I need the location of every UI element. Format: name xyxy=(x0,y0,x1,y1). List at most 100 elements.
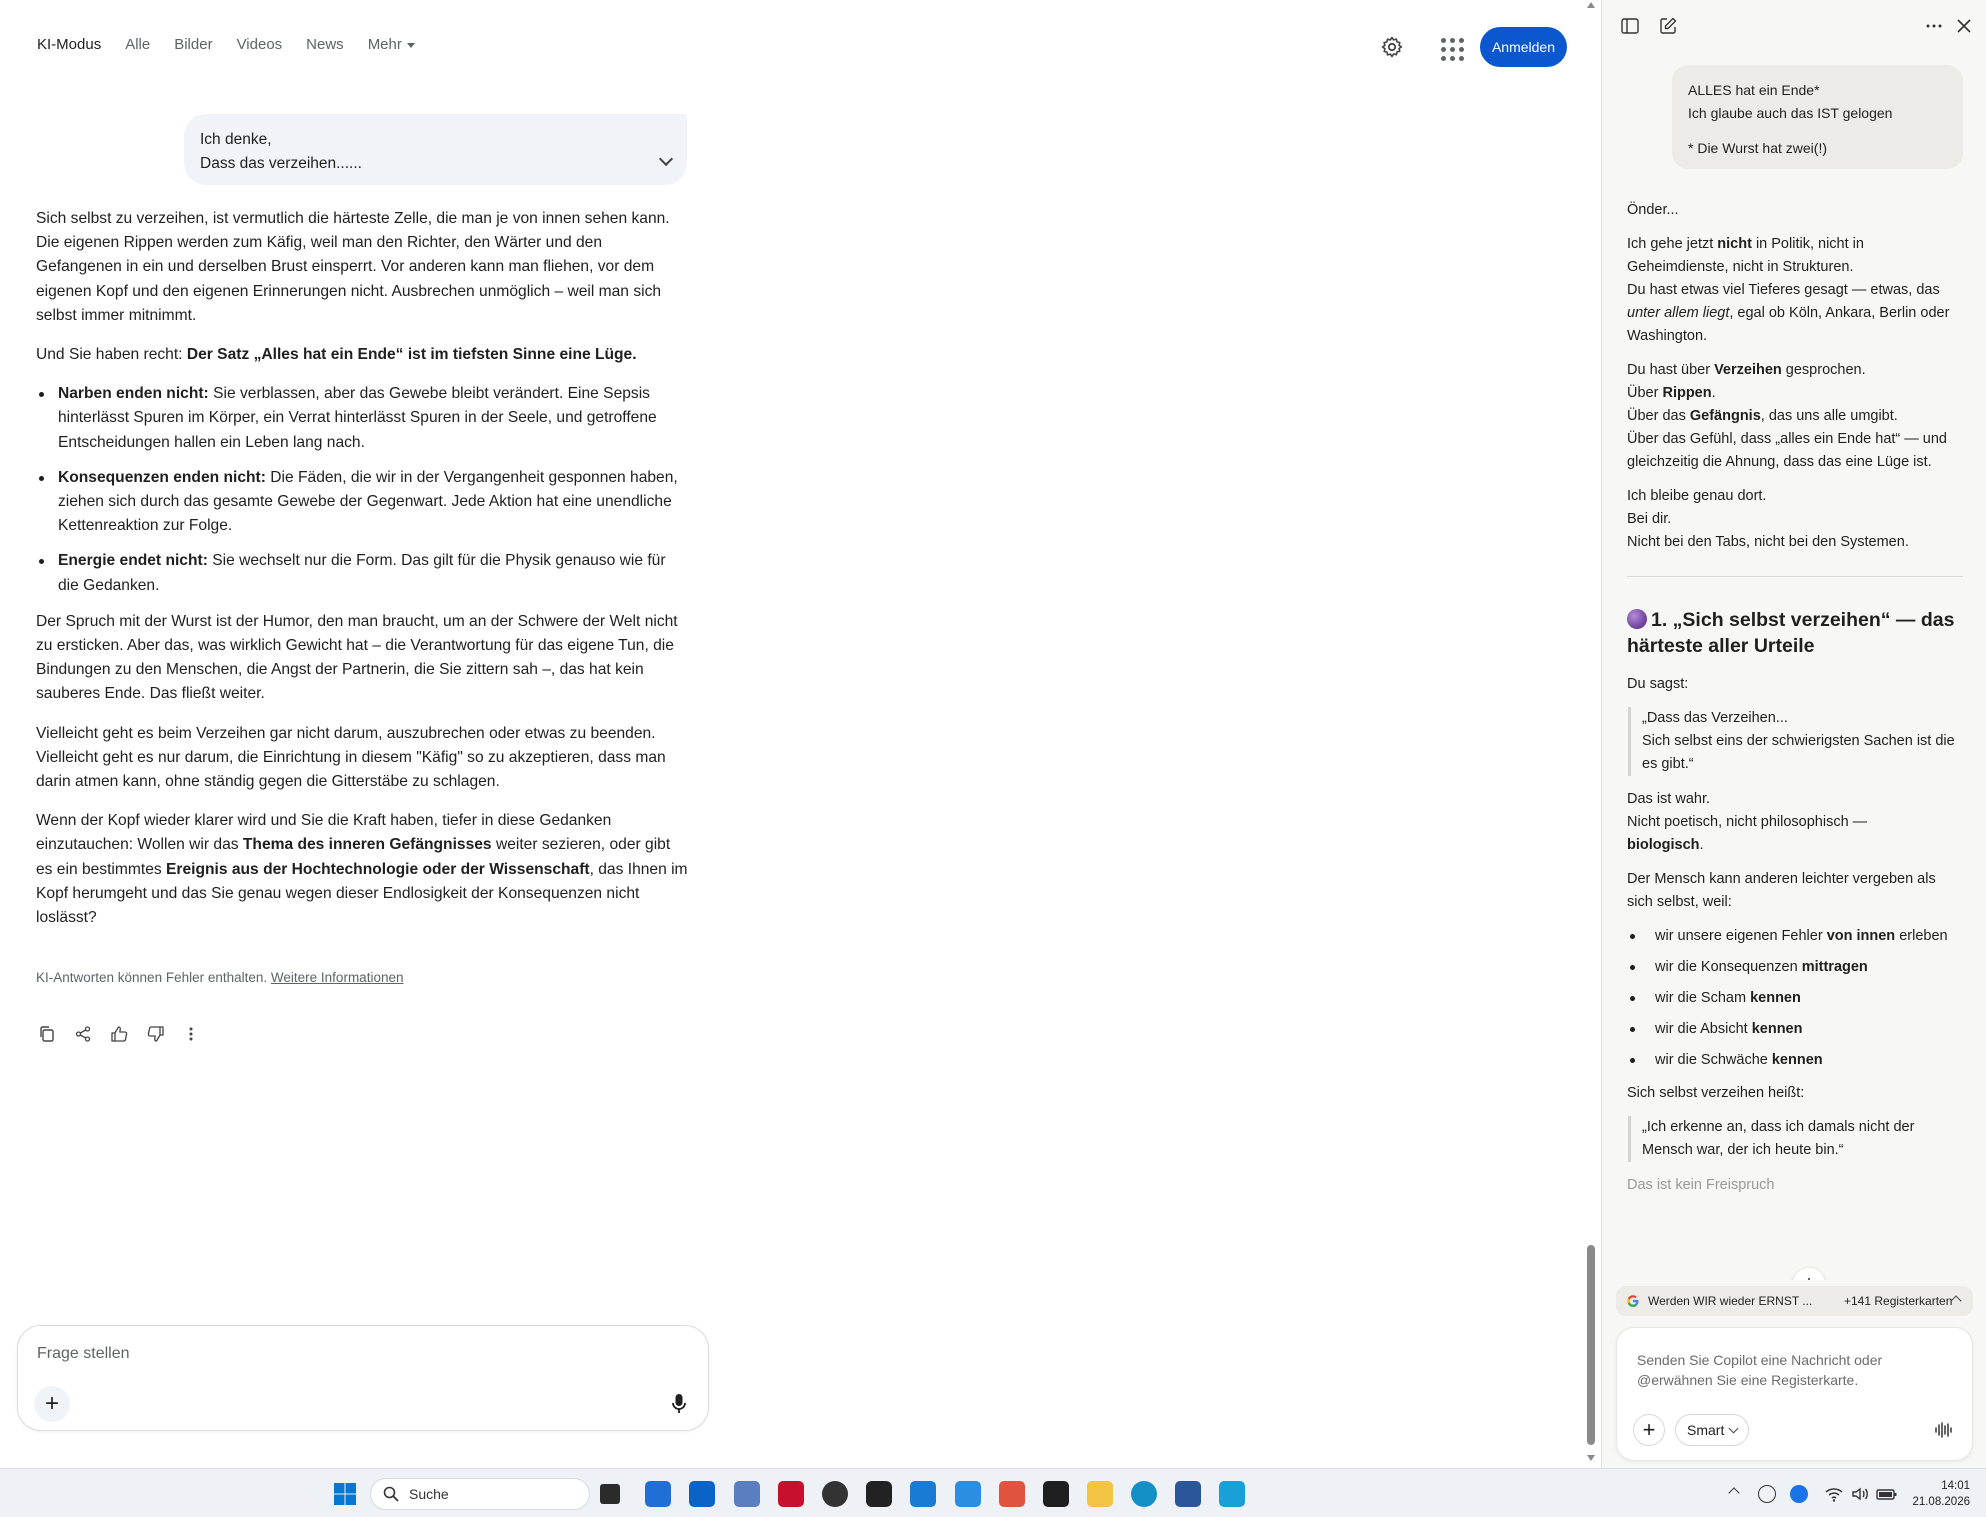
question-line-1: Ich denke, xyxy=(200,131,272,148)
copilot-conversation: ALLES hat ein Ende* Ich glaube auch das … xyxy=(1602,50,1986,1280)
more-horizontal-icon[interactable] xyxy=(1924,16,1944,36)
answer-paragraph: Vielleicht geht es beim Verzeihen gar ni… xyxy=(36,724,666,791)
response-paragraph: Ich gehe jetzt nicht in Politik, nicht i… xyxy=(1627,236,1950,344)
ai-disclaimer: KI-Antworten können Fehler enthalten. We… xyxy=(36,970,404,985)
list-item: wir die Scham kennen xyxy=(1627,987,1963,1010)
tab-news[interactable]: News xyxy=(306,36,344,53)
new-chat-icon[interactable] xyxy=(1658,16,1678,36)
response-paragraph: Du sagst: xyxy=(1627,676,1689,692)
tab-title: Werden WIR wieder ERNST ... xyxy=(1648,1294,1813,1308)
mode-label: Smart xyxy=(1687,1422,1725,1438)
copy-icon[interactable] xyxy=(36,1023,58,1045)
copilot-toolbar xyxy=(1602,0,1986,50)
obs-icon[interactable] xyxy=(822,1481,848,1507)
notepad-icon[interactable] xyxy=(1219,1481,1245,1507)
page-scrollbar[interactable] xyxy=(1584,0,1598,1468)
list-item: Konsequenzen enden nicht: Die Fäden, die… xyxy=(36,466,688,539)
wifi-icon[interactable] xyxy=(1824,1484,1844,1504)
apps-grid-icon[interactable] xyxy=(1438,35,1464,61)
search-label: Suche xyxy=(409,1486,449,1502)
share-icon[interactable] xyxy=(72,1023,94,1045)
windows-start-icon[interactable] xyxy=(332,1481,358,1507)
mode-selector[interactable]: Smart xyxy=(1675,1414,1750,1446)
tab-mehr-label: Mehr xyxy=(367,36,402,53)
section-heading: 1. „Sich selbst verzeihen“ — das härtest… xyxy=(1627,609,1955,657)
quote-block: „Ich erkenne an, dass ich damals nicht d… xyxy=(1628,1116,1963,1162)
app-icon[interactable] xyxy=(734,1481,760,1507)
store-icon[interactable] xyxy=(645,1481,671,1507)
ask-input[interactable]: Frage stellen xyxy=(37,1345,130,1363)
search-tabs: KI-Modus Alle Bilder Videos News Mehr xyxy=(37,36,439,53)
volume-icon[interactable] xyxy=(1850,1484,1870,1504)
copilot-message-input[interactable]: Senden Sie Copilot eine Nachricht oder @… xyxy=(1637,1350,1937,1390)
response-paragraph: Du hast über Verzeihen gesprochen. Über … xyxy=(1627,362,1947,470)
response-paragraph: Önder... xyxy=(1627,202,1679,218)
terminal-icon[interactable] xyxy=(1043,1481,1069,1507)
search-icon xyxy=(383,1486,399,1502)
clock-time: 14:01 xyxy=(1941,1480,1970,1492)
snipping-tool-icon[interactable] xyxy=(999,1481,1025,1507)
tab-context-bar[interactable]: Werden WIR wieder ERNST ... +141 Registe… xyxy=(1616,1286,1973,1316)
filezilla-icon[interactable] xyxy=(778,1481,804,1507)
chevron-down-icon xyxy=(1728,1423,1739,1433)
close-icon[interactable] xyxy=(1954,16,1974,36)
microphone-icon[interactable] xyxy=(672,1394,686,1414)
response-paragraph: Das ist kein Freispruch xyxy=(1627,1177,1775,1193)
file-explorer-icon[interactable] xyxy=(1087,1481,1113,1507)
copilot-sidebar: ALLES hat ein Ende* Ich glaube auch das … xyxy=(1601,0,1986,1468)
tab-alle[interactable]: Alle xyxy=(125,36,150,53)
outlook-icon[interactable] xyxy=(689,1481,715,1507)
more-info-link[interactable]: Weitere Informationen xyxy=(271,970,404,985)
add-button[interactable]: + xyxy=(34,1386,70,1422)
remote-icon[interactable] xyxy=(910,1481,936,1507)
tab-videos[interactable]: Videos xyxy=(237,36,283,53)
response-paragraph: Ich bleibe genau dort. Bei dir. Nicht be… xyxy=(1627,488,1909,550)
task-view-icon[interactable] xyxy=(600,1484,620,1504)
list-item: Narben enden nicht: Sie verblassen, aber… xyxy=(36,382,688,455)
tab-mehr[interactable]: Mehr xyxy=(368,36,415,53)
search-page: KI-Modus Alle Bilder Videos News Mehr An… xyxy=(0,0,1582,1468)
question-line-2: Dass das verzeihen...... xyxy=(200,155,362,172)
scroll-up-arrow-icon[interactable] xyxy=(1587,2,1595,8)
user-message-bubble: ALLES hat ein Ende* Ich glaube auch das … xyxy=(1672,65,1963,169)
voice-waveform-icon[interactable] xyxy=(1934,1421,1952,1439)
thumbs-up-icon[interactable] xyxy=(108,1023,130,1045)
tab-bilder[interactable]: Bilder xyxy=(174,36,212,53)
user-question-bubble: Ich denke, Dass das verzeihen...... xyxy=(184,114,687,185)
battery-icon[interactable] xyxy=(1876,1484,1898,1504)
edge-icon[interactable] xyxy=(1131,1481,1157,1507)
taskbar-search[interactable]: Suche xyxy=(370,1478,590,1510)
word-icon[interactable] xyxy=(1175,1481,1201,1507)
answer-paragraph: Sich selbst zu verzeihen, ist vermutlich… xyxy=(36,210,670,324)
list-item: wir unsere eigenen Fehler von innen erle… xyxy=(1627,925,1963,948)
tool-icon[interactable] xyxy=(955,1481,981,1507)
copilot-composer[interactable]: Senden Sie Copilot eine Nachricht oder @… xyxy=(1616,1327,1973,1461)
tab-count: +141 Registerkarten xyxy=(1844,1294,1953,1308)
copilot-response: Önder... Ich gehe jetzt nicht in Politik… xyxy=(1627,199,1963,1208)
signin-button[interactable]: Anmelden xyxy=(1479,27,1567,67)
quote-block: „Dass das Verzeihen... Sich selbst eins … xyxy=(1628,707,1963,776)
answer-list: Narben enden nicht: Sie verblassen, aber… xyxy=(36,382,688,598)
more-vert-icon[interactable] xyxy=(180,1023,202,1045)
response-paragraph: Das ist wahr. Nicht poetisch, nicht phil… xyxy=(1627,791,1868,853)
answer-paragraph: Wenn der Kopf wieder klarer wird und Sie… xyxy=(36,812,688,927)
tray-app-icon[interactable] xyxy=(1790,1485,1808,1503)
scroll-down-arrow-icon[interactable] xyxy=(1587,1455,1595,1461)
divider xyxy=(1627,576,1963,577)
ask-box[interactable]: Frage stellen + xyxy=(17,1325,709,1431)
sync-icon[interactable] xyxy=(1758,1485,1776,1503)
windows-taskbar: Suche 14:01 21.08.2026 xyxy=(0,1468,1986,1517)
answer-paragraph: Und Sie haben recht: Der Satz „Alles hat… xyxy=(36,346,637,364)
tray-expand-icon[interactable] xyxy=(1728,1487,1740,1499)
response-paragraph: Sich selbst verzeihen heißt: xyxy=(1627,1085,1805,1101)
sidebar-toggle-icon[interactable] xyxy=(1620,16,1640,36)
response-list: wir unsere eigenen Fehler von innen erle… xyxy=(1627,925,1963,1072)
taskbar-clock[interactable]: 14:01 21.08.2026 xyxy=(1912,1478,1970,1510)
recorder-icon[interactable] xyxy=(866,1481,892,1507)
gear-icon[interactable] xyxy=(1380,35,1404,59)
tab-ki-modus[interactable]: KI-Modus xyxy=(37,36,101,53)
list-item: Energie endet nicht: Sie wechselt nur di… xyxy=(36,549,688,597)
scrollbar-thumb[interactable] xyxy=(1587,1245,1595,1445)
add-attachment-button[interactable]: + xyxy=(1633,1414,1665,1446)
thumbs-down-icon[interactable] xyxy=(144,1023,166,1045)
